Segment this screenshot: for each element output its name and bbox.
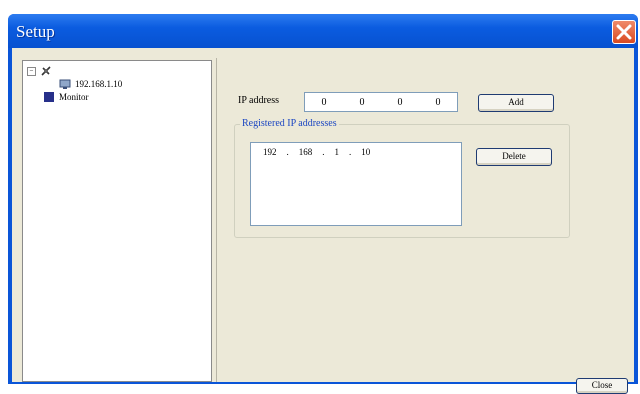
tree-item-device[interactable]: 192.168.1.10 <box>59 78 122 90</box>
add-button[interactable]: Add <box>478 94 554 112</box>
setup-window: Setup − 192.168.1.10 Monitor IP address … <box>8 14 638 394</box>
panel-divider <box>216 58 217 382</box>
registered-octet-4: 10 <box>361 147 371 157</box>
ip-octet-2[interactable]: 0 <box>360 97 365 108</box>
registered-label: Registered IP addresses <box>240 118 339 129</box>
monitor-label: Monitor <box>59 92 89 102</box>
close-window-button[interactable] <box>612 20 636 44</box>
close-icon <box>616 24 632 40</box>
tree-expander[interactable]: − <box>27 66 36 76</box>
registered-list[interactable]: 192 . 168 . 1 . 10 <box>250 142 462 226</box>
close-button[interactable]: Close <box>576 378 628 394</box>
ip-octet-4[interactable]: 0 <box>436 97 441 108</box>
registered-octet-3: 1 <box>334 147 340 157</box>
ip-octet-1[interactable]: 0 <box>322 97 327 108</box>
ip-address-input[interactable]: 0 0 0 0 <box>304 92 458 112</box>
registered-octet-2: 168 <box>298 147 313 157</box>
network-icon <box>41 66 51 76</box>
list-item[interactable]: 192 . 168 . 1 . 10 <box>263 147 443 157</box>
monitor-icon <box>44 92 54 102</box>
window-title: Setup <box>16 22 55 41</box>
tree-item-monitor[interactable]: Monitor <box>43 91 89 103</box>
delete-button[interactable]: Delete <box>476 148 552 166</box>
device-label: 192.168.1.10 <box>75 79 123 89</box>
ip-octet-3[interactable]: 0 <box>398 97 403 108</box>
tree-root[interactable]: − <box>27 65 52 77</box>
device-tree[interactable]: − 192.168.1.10 Monitor <box>22 60 212 382</box>
ip-address-label: IP address <box>238 95 280 106</box>
device-icon <box>59 79 71 89</box>
registered-octet-1: 192 <box>263 147 277 157</box>
title-bar[interactable]: Setup <box>8 14 638 48</box>
dialog-body: − 192.168.1.10 Monitor IP address 0 0 0 … <box>12 48 634 394</box>
